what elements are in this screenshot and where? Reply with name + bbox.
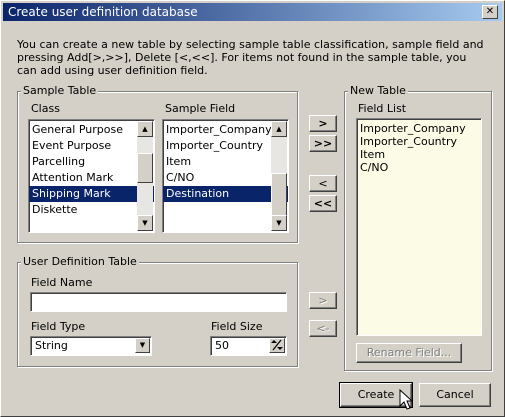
class-list[interactable]: General Purpose Event Purpose Parcelling At…	[28, 119, 155, 233]
mouse-pointer-icon	[399, 389, 413, 410]
window-title: Create user definition database	[8, 5, 198, 19]
spin-icon[interactable]	[269, 338, 285, 353]
close-button[interactable]: ✕	[482, 5, 498, 19]
sample-field-scrollbar[interactable]: ▲ ▼	[271, 121, 287, 231]
field-type-value: String	[35, 339, 68, 352]
description-text: You can create a new table by selecting …	[17, 38, 484, 77]
remove-user-field-button[interactable]: <-	[309, 320, 337, 337]
class-scrollbar[interactable]: ▲ ▼	[137, 121, 153, 231]
field-size-stepper[interactable]: 50	[210, 336, 287, 356]
chevron-down-icon[interactable]: ▼	[135, 338, 150, 353]
dialog-window: Create user definition database ✕ You ca…	[0, 0, 505, 417]
new-table-label: New Table	[348, 84, 408, 97]
rename-field-button[interactable]: Rename Field...	[356, 343, 462, 363]
sample-table-label: Sample Table	[21, 84, 99, 97]
spin-arrows-icon	[271, 339, 283, 351]
field-name-label: Field Name	[31, 276, 93, 289]
field-list-label: Field List	[358, 102, 407, 115]
user-definition-label: User Definition Table	[21, 255, 139, 268]
add-all-fields-button[interactable]: >>	[309, 135, 337, 152]
add-field-button[interactable]: >	[309, 115, 337, 132]
scroll-thumb[interactable]	[137, 153, 153, 183]
class-list-item[interactable]: Event Purpose	[29, 138, 154, 154]
remove-field-button[interactable]: <	[309, 175, 337, 192]
class-list-item[interactable]: General Purpose	[29, 122, 154, 138]
class-list-item[interactable]: Diskette	[29, 202, 154, 218]
field-list-item[interactable]: Importer_Country	[357, 135, 481, 148]
class-label: Class	[31, 102, 60, 115]
field-list-item[interactable]: Importer_Company	[357, 122, 481, 135]
field-size-value: 50	[215, 339, 229, 352]
sample-field-list-item[interactable]: Importer_Country	[163, 138, 288, 154]
add-user-field-button[interactable]: >	[309, 292, 337, 309]
field-name-input[interactable]	[30, 292, 287, 312]
sample-field-list-item[interactable]: C/NO	[163, 170, 288, 186]
field-list-item[interactable]: C/NO	[357, 161, 481, 174]
scroll-thumb[interactable]	[271, 173, 287, 217]
scroll-down-icon[interactable]: ▼	[271, 215, 287, 231]
class-items: General Purpose Event Purpose Parcelling At…	[29, 120, 154, 218]
sample-field-list[interactable]: Importer_Company Importer_Country Item C/NO…	[162, 119, 289, 233]
field-list-item[interactable]: Item	[357, 148, 481, 161]
field-type-label: Field Type	[31, 320, 86, 333]
field-size-label: Field Size	[211, 320, 263, 333]
class-list-item[interactable]: Shipping Mark	[29, 186, 154, 202]
sample-field-items: Importer_Company Importer_Country Item C/NO…	[163, 120, 288, 202]
field-list[interactable]: Importer_Company Importer_Country Item C/NO	[356, 118, 482, 336]
title-bar[interactable]: Create user definition database ✕	[3, 3, 502, 21]
field-list-items: Importer_Company Importer_Country Item C/NO	[357, 119, 481, 174]
sample-field-list-item[interactable]: Item	[163, 154, 288, 170]
class-list-item[interactable]: Parcelling	[29, 154, 154, 170]
remove-all-fields-button[interactable]: <<	[309, 195, 337, 212]
scroll-down-icon[interactable]: ▼	[137, 215, 153, 231]
sample-field-label: Sample Field	[165, 102, 236, 115]
sample-field-list-item[interactable]: Destination	[163, 186, 288, 202]
sample-field-list-item[interactable]: Importer_Company	[163, 122, 288, 138]
field-type-select[interactable]: String ▼	[30, 336, 152, 356]
class-list-item[interactable]: Attention Mark	[29, 170, 154, 186]
cancel-button[interactable]: Cancel	[419, 383, 491, 407]
scroll-up-icon[interactable]: ▲	[137, 121, 153, 137]
close-icon: ✕	[485, 6, 495, 17]
scroll-up-icon[interactable]: ▲	[271, 121, 287, 137]
